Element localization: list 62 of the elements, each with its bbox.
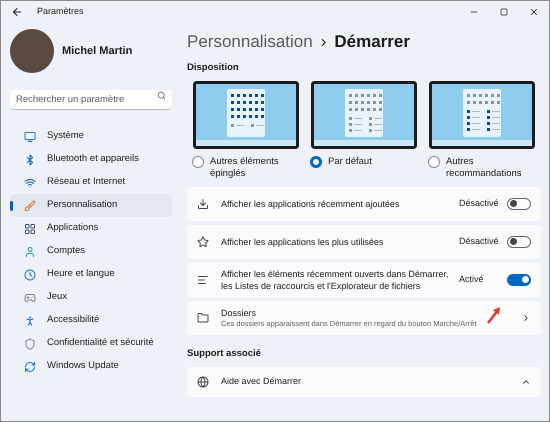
breadcrumb-separator: › xyxy=(320,31,326,53)
start-layout-drawing[interactable] xyxy=(429,80,535,149)
radio-label: Par défaut xyxy=(328,156,372,168)
help-expander[interactable]: Aide avec Démarrer xyxy=(187,367,541,397)
sidebar-item[interactable]: Jeux xyxy=(10,286,172,309)
setting-label: Dossiers xyxy=(221,306,256,319)
sidebar-item[interactable]: Windows Update xyxy=(10,355,172,378)
radio-button[interactable] xyxy=(192,156,204,168)
page-title: Démarrer xyxy=(334,31,410,53)
back-icon[interactable] xyxy=(11,6,23,18)
sidebar-item[interactable]: Bluetooth et appareils xyxy=(10,148,172,171)
brush-icon xyxy=(24,200,36,212)
setting-label: Afficher les applications les plus utilisées xyxy=(221,236,384,248)
folder-icon xyxy=(197,312,209,324)
radio-label: Autres éléments épinglés xyxy=(210,156,280,180)
radio-button[interactable] xyxy=(428,156,440,168)
gamepad-icon xyxy=(24,292,36,304)
monitor-icon xyxy=(24,130,36,142)
toggle-status: Désactivé xyxy=(459,235,500,248)
setting-label: Afficher les applications récemment ajoutées xyxy=(221,198,400,210)
avatar xyxy=(10,29,54,73)
sidebar-item[interactable]: Personnalisation xyxy=(10,194,172,217)
toggle-switch[interactable] xyxy=(507,198,531,210)
breadcrumb-parent[interactable]: Personnalisation xyxy=(187,29,313,54)
star-icon xyxy=(197,236,209,248)
pointer-arrow xyxy=(485,305,503,325)
section-title: Support associé xyxy=(187,346,262,361)
person-icon xyxy=(24,314,36,326)
close-icon[interactable] xyxy=(529,7,539,17)
selection-indicator xyxy=(10,201,13,211)
setting-label: Afficher les éléments récemment ouverts dans Démarrer, les Listes de raccourcis et l'Explorateur de fichiers xyxy=(221,268,450,292)
maximize-icon[interactable] xyxy=(500,8,508,16)
grid-icon xyxy=(24,222,36,234)
window-title: Paramètres xyxy=(37,5,84,18)
user-name: Michel Martin xyxy=(62,44,132,59)
download-icon xyxy=(197,198,209,210)
sidebar-item[interactable]: Applications xyxy=(10,217,172,240)
bluetooth-icon xyxy=(24,154,36,166)
sidebar-item[interactable]: Comptes xyxy=(10,240,172,263)
person-icon xyxy=(24,246,36,258)
radio-label: Autres recommandations xyxy=(446,156,523,180)
globe-icon xyxy=(197,376,209,388)
radio-button[interactable] xyxy=(310,156,322,168)
wifi-icon xyxy=(24,176,36,188)
start-layout-drawing[interactable] xyxy=(193,80,299,149)
start-layout-drawing[interactable] xyxy=(311,80,417,149)
search-icon xyxy=(157,91,166,100)
toggle-switch[interactable] xyxy=(507,236,531,248)
sidebar-item[interactable]: Accessibilité xyxy=(10,309,172,332)
toggle-switch[interactable] xyxy=(507,274,531,286)
lines-icon xyxy=(197,274,209,286)
section-title: Disposition xyxy=(187,60,240,74)
sidebar-item[interactable]: Confidentialité et sécurité xyxy=(10,332,172,355)
sidebar-item[interactable]: Heure et langue xyxy=(10,263,172,286)
toggle-status: Activé xyxy=(459,273,485,286)
refresh-icon xyxy=(24,360,36,372)
search-field[interactable]: Rechercher un paramètre xyxy=(10,90,172,110)
shield-icon xyxy=(24,338,36,350)
sidebar-item[interactable]: Réseau et Internet xyxy=(10,171,172,194)
toggle-status: Désactivé xyxy=(459,197,500,210)
clock-icon xyxy=(24,268,36,280)
sidebar-item[interactable]: Système xyxy=(10,125,172,148)
